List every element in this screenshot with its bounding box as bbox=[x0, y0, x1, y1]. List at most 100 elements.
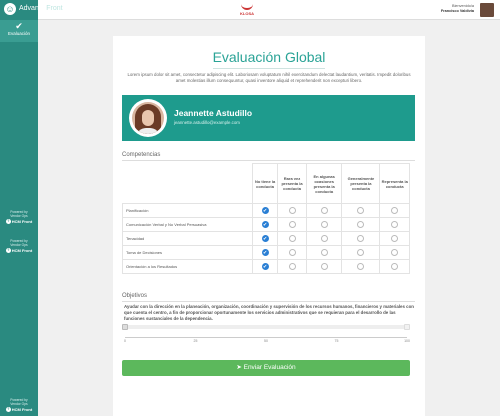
slider-tick-label: 75 bbox=[334, 339, 339, 343]
option-cell bbox=[305, 203, 343, 218]
option-cell bbox=[379, 245, 410, 260]
table-header-empty bbox=[122, 163, 253, 204]
competencia-name: Planificación bbox=[122, 203, 253, 218]
send-icon: ➤ bbox=[236, 364, 242, 371]
column-header: En algunas ocasiones presenta la conduct… bbox=[305, 163, 343, 204]
option-cell: ✔ bbox=[251, 217, 279, 232]
employee-photo bbox=[129, 99, 167, 137]
column-header: Representa la conducta bbox=[379, 163, 410, 204]
powered-brand-label: HCM Front bbox=[11, 406, 33, 412]
radio-unchecked[interactable] bbox=[357, 249, 365, 256]
option-cell bbox=[305, 231, 343, 246]
option-cell bbox=[341, 217, 381, 232]
radio-unchecked[interactable] bbox=[391, 207, 399, 214]
option-cell bbox=[379, 231, 410, 246]
hcm-logo-icon: ? bbox=[5, 407, 11, 412]
radio-unchecked[interactable] bbox=[320, 221, 328, 228]
radio-unchecked[interactable] bbox=[288, 207, 296, 214]
table-row: Toma de Decisiones ✔ bbox=[122, 245, 410, 260]
sidebar-item-evaluacion[interactable]: ✔ Evaluación bbox=[0, 20, 38, 42]
hcm-logo-icon: ? bbox=[5, 219, 11, 224]
competencia-name: Comunicación Verbal y No Verbal Persuasi… bbox=[122, 217, 253, 232]
objetivo-slider-handle[interactable] bbox=[122, 324, 128, 330]
slider-tick-label: 25 bbox=[193, 339, 198, 343]
radio-unchecked[interactable] bbox=[357, 263, 365, 270]
column-header: No tiene la conducta bbox=[251, 163, 279, 204]
person-icon: ☺ bbox=[4, 3, 16, 15]
radio-unchecked[interactable] bbox=[357, 235, 365, 242]
company-logo-text: KLOSA bbox=[240, 11, 254, 16]
submit-label: Enviar Evaluación bbox=[243, 364, 296, 371]
option-cell bbox=[305, 259, 343, 274]
evaluation-card: Evaluación Global Lorem ipsum dolor sit … bbox=[113, 36, 425, 416]
objetivo-slider-end bbox=[404, 324, 410, 330]
table-row: Tenacidad ✔ bbox=[122, 231, 410, 246]
radio-unchecked[interactable] bbox=[288, 249, 296, 256]
objetivos-divider bbox=[122, 301, 415, 302]
objetivos-label: Objetivos bbox=[122, 293, 148, 299]
radio-unchecked[interactable] bbox=[288, 263, 296, 270]
employee-email: jeannette.astudillo@example.com bbox=[174, 120, 240, 125]
user-welcome: Bienvenido/a Francisco Valdivia bbox=[441, 4, 474, 14]
company-logo-mark bbox=[241, 4, 253, 10]
radio-unchecked[interactable] bbox=[357, 207, 365, 214]
powered-brand: ? HCM Front bbox=[2, 248, 36, 253]
powered-by-1: Powered by Vendor Ops ? HCM Front bbox=[2, 210, 36, 224]
employee-name: Jeannette Astudillo bbox=[174, 108, 253, 118]
option-cell: ✔ bbox=[251, 259, 279, 274]
option-cell: ✔ bbox=[251, 231, 279, 246]
top-header: ☺ AdvanceFront KLOSA Bienvenido/a Franci… bbox=[0, 0, 500, 20]
table-row: Comunicación Verbal y No Verbal Persuasi… bbox=[122, 217, 410, 232]
objetivo-slider-track[interactable] bbox=[122, 325, 410, 329]
title-divider bbox=[213, 68, 325, 69]
radio-unchecked[interactable] bbox=[288, 235, 296, 242]
objetivos-text: Ayudar con la dirección en la planeación… bbox=[124, 304, 414, 321]
radio-unchecked[interactable] bbox=[320, 249, 328, 256]
table-header-row: No tiene la conducta Rara vez presenta l… bbox=[122, 163, 410, 204]
competencias-table: No tiene la conducta Rara vez presenta l… bbox=[122, 163, 410, 274]
powered-by-2: Powered by Vendor Ops ? HCM Front bbox=[2, 239, 36, 253]
slider-axis bbox=[125, 337, 407, 338]
radio-unchecked[interactable] bbox=[320, 263, 328, 270]
radio-checked[interactable]: ✔ bbox=[261, 235, 269, 242]
check-icon: ✔ bbox=[15, 21, 23, 31]
radio-unchecked[interactable] bbox=[391, 235, 399, 242]
avatar[interactable] bbox=[480, 3, 494, 17]
table-row: Orientación a los Resultados ✔ bbox=[122, 259, 410, 274]
option-cell bbox=[379, 217, 410, 232]
option-cell bbox=[341, 245, 381, 260]
radio-checked[interactable]: ✔ bbox=[261, 207, 269, 214]
user-name: Francisco Valdivia bbox=[440, 9, 474, 13]
radio-unchecked[interactable] bbox=[391, 263, 399, 270]
competencias-divider bbox=[122, 160, 415, 161]
slider-tick-label: 0 bbox=[124, 339, 126, 343]
radio-unchecked[interactable] bbox=[391, 249, 399, 256]
radio-checked[interactable]: ✔ bbox=[261, 249, 269, 256]
radio-unchecked[interactable] bbox=[288, 221, 296, 228]
option-cell bbox=[305, 245, 343, 260]
radio-unchecked[interactable] bbox=[320, 207, 328, 214]
option-cell bbox=[277, 245, 307, 260]
option-cell bbox=[305, 217, 343, 232]
submit-evaluation-button[interactable]: ➤ Enviar Evaluación bbox=[122, 360, 410, 376]
radio-unchecked[interactable] bbox=[320, 235, 328, 242]
powered-brand-label: HCM Front bbox=[11, 218, 33, 224]
powered-by-vendor: Vendor Ops bbox=[10, 214, 28, 218]
option-cell: ✔ bbox=[251, 245, 279, 260]
radio-checked[interactable]: ✔ bbox=[261, 263, 269, 270]
powered-by-vendor: Vendor Ops bbox=[10, 402, 28, 406]
option-cell bbox=[341, 231, 381, 246]
option-cell bbox=[277, 259, 307, 274]
table-row: Planificación ✔ bbox=[122, 203, 410, 218]
slider-tick-label: 50 bbox=[264, 339, 268, 343]
brand-accent: Front bbox=[46, 5, 63, 12]
radio-unchecked[interactable] bbox=[391, 221, 399, 228]
radio-unchecked[interactable] bbox=[357, 221, 365, 228]
powered-by-vendor: Vendor Ops bbox=[10, 243, 28, 247]
slider-tick-label: 100 bbox=[404, 339, 410, 343]
hcm-logo-icon: ? bbox=[5, 248, 11, 253]
option-cell bbox=[277, 203, 307, 218]
column-header: Generalmente presenta la conducta bbox=[341, 163, 381, 204]
option-cell bbox=[341, 203, 381, 218]
radio-checked[interactable]: ✔ bbox=[261, 221, 269, 228]
